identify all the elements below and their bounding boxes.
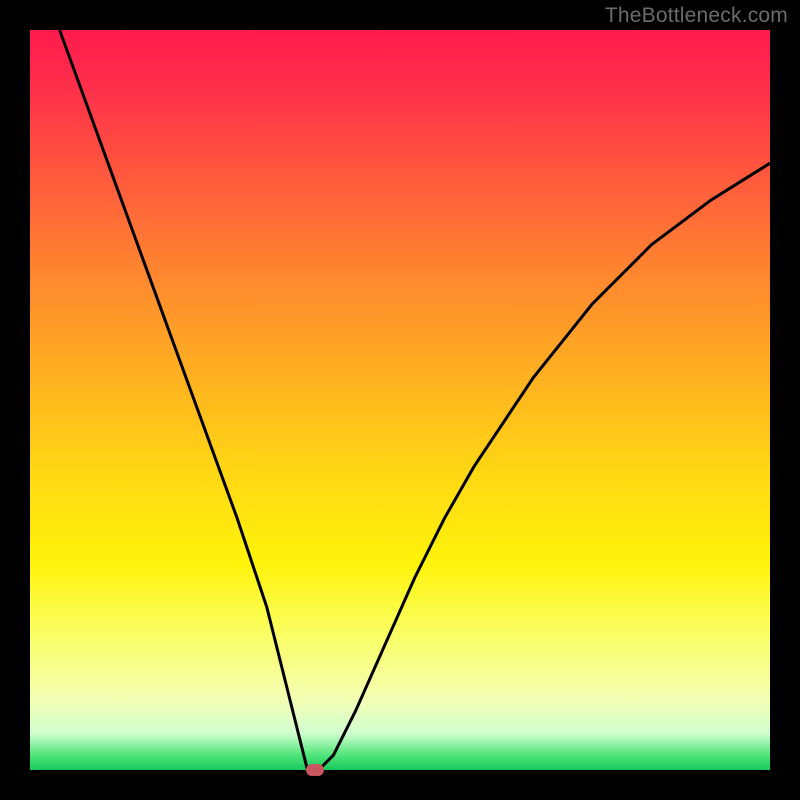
optimal-point-marker: [306, 764, 324, 776]
chart-frame: TheBottleneck.com: [0, 0, 800, 800]
curve-path: [60, 30, 770, 770]
plot-area: [30, 30, 770, 770]
watermark-text: TheBottleneck.com: [605, 4, 788, 28]
bottleneck-curve: [30, 30, 770, 770]
